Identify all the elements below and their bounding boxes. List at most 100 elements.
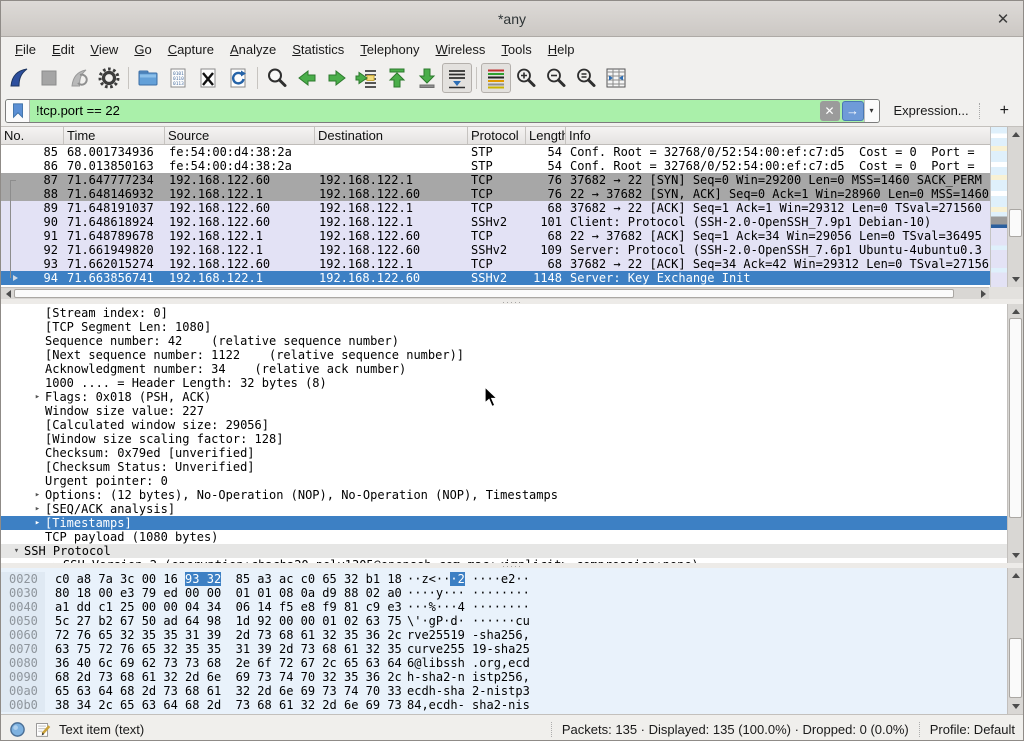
column-header[interactable]: Protocol bbox=[468, 127, 526, 144]
detail-line[interactable]: [Window size scaling factor: 128] bbox=[1, 432, 1009, 446]
detail-line[interactable]: ▸[SEQ/ACK analysis] bbox=[1, 502, 1009, 516]
packet-row[interactable]: 93 71.662015274 192.168.122.60 192.168.1… bbox=[1, 257, 991, 271]
zoom-reset-icon[interactable] bbox=[571, 63, 601, 93]
go-forward-icon[interactable] bbox=[322, 63, 352, 93]
expander-icon[interactable] bbox=[30, 474, 45, 488]
zoom-out-icon[interactable] bbox=[541, 63, 571, 93]
scrollbar-thumb[interactable] bbox=[1009, 209, 1022, 237]
hex-row[interactable]: 008036 40 6c 69 62 73 73 68 2e 6f 72 67 … bbox=[1, 656, 1023, 670]
capture-comment-icon[interactable] bbox=[34, 721, 51, 738]
auto-scroll-icon[interactable] bbox=[442, 63, 472, 93]
detail-line[interactable]: ▸Options: (12 bytes), No-Operation (NOP)… bbox=[1, 488, 1009, 502]
expander-icon[interactable] bbox=[30, 446, 45, 460]
hex-row[interactable]: 009068 2d 73 68 61 32 2d 6e 69 73 74 70 … bbox=[1, 670, 1023, 684]
scroll-up-arrow-icon[interactable] bbox=[1008, 568, 1023, 581]
expander-icon[interactable] bbox=[30, 460, 45, 474]
filter-clear-icon[interactable]: ✕ bbox=[820, 101, 840, 121]
scrollbar-thumb[interactable] bbox=[14, 289, 954, 298]
packet-row[interactable]: 85 68.001734936 fe:54:00:d4:38:2a STP 54… bbox=[1, 145, 991, 159]
detail-line[interactable]: Sequence number: 42 (relative sequence n… bbox=[1, 334, 1009, 348]
detail-line[interactable]: [Checksum Status: Unverified] bbox=[1, 460, 1009, 474]
detail-line[interactable]: [Next sequence number: 1122 (relative se… bbox=[1, 348, 1009, 362]
restart-capture-icon[interactable] bbox=[64, 63, 94, 93]
menu-item[interactable]: Statistics bbox=[284, 39, 352, 60]
detail-line[interactable]: Checksum: 0x79ed [unverified] bbox=[1, 446, 1009, 460]
menu-item[interactable]: Analyze bbox=[222, 39, 284, 60]
save-file-icon[interactable]: 010101100113 bbox=[163, 63, 193, 93]
detail-line[interactable]: TCP payload (1080 bytes) bbox=[1, 530, 1009, 544]
packet-list-vscrollbar[interactable] bbox=[1007, 127, 1023, 287]
packet-row[interactable]: 88 71.648146932 192.168.122.1 192.168.12… bbox=[1, 187, 991, 201]
expander-icon[interactable]: ▾ bbox=[9, 544, 24, 558]
menu-item[interactable]: Help bbox=[540, 39, 583, 60]
packet-row[interactable]: 89 71.648191037 192.168.122.60 192.168.1… bbox=[1, 201, 991, 215]
stop-capture-icon[interactable] bbox=[34, 63, 64, 93]
menu-item[interactable]: Go bbox=[126, 39, 159, 60]
hex-row[interactable]: 0020c0 a8 7a 3c 00 16 93 32 85 a3 ac c0 … bbox=[1, 572, 1023, 586]
find-packet-icon[interactable] bbox=[262, 63, 292, 93]
profile-label[interactable]: Profile: Default bbox=[930, 722, 1015, 737]
detail-line[interactable]: ▸Flags: 0x018 (PSH, ACK) bbox=[1, 390, 1009, 404]
packet-row[interactable]: 87 71.647777234 192.168.122.60 192.168.1… bbox=[1, 173, 991, 187]
menu-item[interactable]: File bbox=[7, 39, 44, 60]
close-file-icon[interactable] bbox=[193, 63, 223, 93]
expander-icon[interactable] bbox=[30, 376, 45, 390]
details-vscrollbar[interactable] bbox=[1007, 304, 1023, 563]
menu-item[interactable]: Capture bbox=[160, 39, 222, 60]
column-header[interactable]: Info bbox=[566, 127, 991, 144]
column-header[interactable]: Destination bbox=[315, 127, 468, 144]
filter-history-caret-icon[interactable]: ▾ bbox=[864, 100, 879, 122]
expander-icon[interactable]: ▸ bbox=[48, 558, 63, 563]
filter-bookmark-button[interactable] bbox=[6, 100, 30, 122]
reload-file-icon[interactable] bbox=[223, 63, 253, 93]
expander-icon[interactable] bbox=[30, 418, 45, 432]
expander-icon[interactable]: ▸ bbox=[30, 390, 45, 404]
expander-icon[interactable] bbox=[30, 530, 45, 544]
close-icon[interactable]: ✕ bbox=[993, 9, 1013, 29]
detail-line[interactable]: [Calculated window size: 29056] bbox=[1, 418, 1009, 432]
expander-icon[interactable] bbox=[30, 432, 45, 446]
expander-icon[interactable]: ▸ bbox=[30, 488, 45, 502]
display-filter-input[interactable] bbox=[30, 100, 820, 122]
filter-apply-icon[interactable]: → bbox=[842, 101, 864, 121]
hex-row[interactable]: 00505c 27 b2 67 50 ad 64 98 1d 92 00 00 … bbox=[1, 614, 1023, 628]
expander-icon[interactable] bbox=[30, 320, 45, 334]
detail-line[interactable]: Acknowledgment number: 34 (relative ack … bbox=[1, 362, 1009, 376]
expander-icon[interactable] bbox=[30, 334, 45, 348]
hex-row[interactable]: 003080 18 00 e3 79 ed 00 00 01 01 08 0a … bbox=[1, 586, 1023, 600]
capture-options-icon[interactable] bbox=[94, 63, 124, 93]
column-header[interactable]: No. bbox=[1, 127, 64, 144]
hex-row[interactable]: 0040a1 dd c1 25 00 00 04 34 06 14 f5 e8 … bbox=[1, 600, 1023, 614]
menu-item[interactable]: Telephony bbox=[352, 39, 427, 60]
detail-line[interactable]: Urgent pointer: 0 bbox=[1, 474, 1009, 488]
scroll-left-arrow-icon[interactable] bbox=[1, 288, 14, 299]
detail-line[interactable]: ▸[Timestamps] bbox=[1, 516, 1009, 530]
scrollbar-thumb[interactable] bbox=[1009, 638, 1022, 698]
column-header[interactable]: Time bbox=[64, 127, 165, 144]
expander-icon[interactable] bbox=[30, 348, 45, 362]
menu-item[interactable]: View bbox=[82, 39, 126, 60]
packet-row[interactable]: 92 71.661949820 192.168.122.1 192.168.12… bbox=[1, 243, 991, 257]
expander-icon[interactable] bbox=[30, 404, 45, 418]
detail-line[interactable]: Window size value: 227 bbox=[1, 404, 1009, 418]
go-last-icon[interactable] bbox=[412, 63, 442, 93]
scroll-up-arrow-icon[interactable] bbox=[1008, 304, 1023, 317]
go-to-packet-icon[interactable] bbox=[352, 63, 382, 93]
detail-line[interactable]: [TCP Segment Len: 1080] bbox=[1, 320, 1009, 334]
detail-line[interactable]: 1000 .... = Header Length: 32 bytes (8) bbox=[1, 376, 1009, 390]
hex-row[interactable]: 00b038 34 2c 65 63 64 68 2d 73 68 61 32 … bbox=[1, 698, 1023, 712]
hex-row[interactable]: 007063 75 72 76 65 32 35 35 31 39 2d 73 … bbox=[1, 642, 1023, 656]
packet-row[interactable]: 86 70.013850163 fe:54:00:d4:38:2a STP 54… bbox=[1, 159, 991, 173]
expander-icon[interactable]: ▸ bbox=[30, 502, 45, 516]
expression-button[interactable]: Expression... bbox=[894, 103, 969, 118]
go-back-icon[interactable] bbox=[292, 63, 322, 93]
open-file-icon[interactable] bbox=[133, 63, 163, 93]
packet-list-hscrollbar[interactable] bbox=[1, 287, 991, 299]
packet-list-minimap[interactable] bbox=[990, 127, 1007, 287]
packet-row[interactable]: 91 71.648789678 192.168.122.1 192.168.12… bbox=[1, 229, 991, 243]
hex-row[interactable]: 006072 76 65 32 35 35 31 39 2d 73 68 61 … bbox=[1, 628, 1023, 642]
go-first-icon[interactable] bbox=[382, 63, 412, 93]
hex-row[interactable]: 00a065 63 64 68 2d 73 68 61 32 2d 6e 69 … bbox=[1, 684, 1023, 698]
scroll-down-arrow-icon[interactable] bbox=[1008, 701, 1023, 714]
start-capture-icon[interactable] bbox=[4, 63, 34, 93]
